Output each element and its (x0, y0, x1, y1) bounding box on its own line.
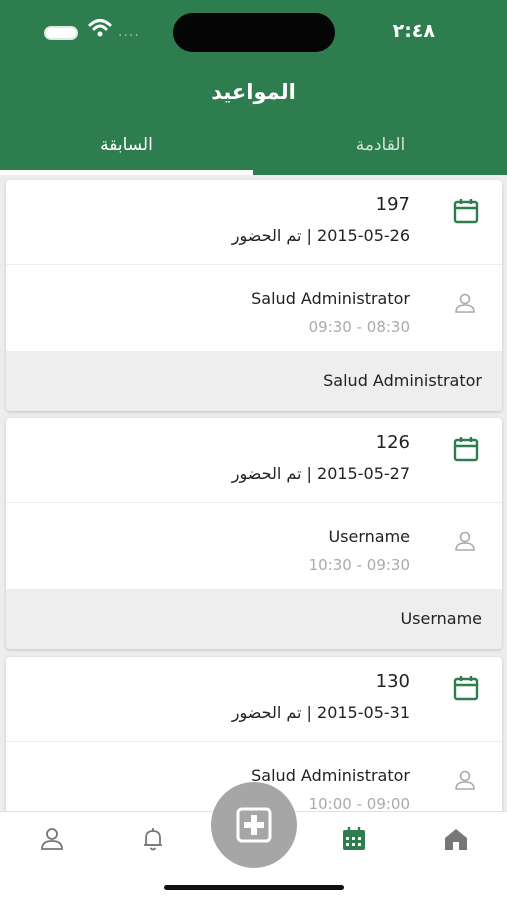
doctor-name: Salud Administrator (251, 289, 410, 308)
appointment-doctor-row: Username 10:30 - 09:30 (6, 503, 502, 589)
appointment-card[interactable]: 126 2015-05-27 | تم الحضور Username 10:3… (6, 418, 502, 649)
appointment-footer: Salud Administrator (6, 351, 502, 411)
appointment-time: 10:00 - 09:00 (308, 795, 410, 811)
appointment-doctor-row: Salud Administrator 09:30 - 08:30 (6, 265, 502, 351)
appointment-time: 10:30 - 09:30 (308, 556, 410, 574)
appointment-id: 197 (375, 194, 410, 215)
appointment-header: 126 2015-05-27 | تم الحضور (6, 418, 502, 503)
calendar-icon (453, 437, 479, 462)
add-appointment-button[interactable] (211, 782, 297, 868)
appointment-date-status: 2015-05-27 | تم الحضور (231, 464, 410, 483)
person-icon (455, 770, 475, 790)
home-icon[interactable] (443, 826, 469, 852)
footer-name: Username (400, 609, 482, 628)
appointment-header: 130 2015-05-31 | تم الحضور (6, 657, 502, 742)
doctor-name: Username (328, 527, 410, 546)
person-icon (455, 293, 475, 313)
dynamic-island (173, 13, 335, 52)
appointment-date-status: 2015-05-31 | تم الحضور (231, 703, 410, 722)
footer-name: Salud Administrator (323, 371, 482, 390)
appointment-footer: Username (6, 589, 502, 649)
bell-icon[interactable] (140, 826, 166, 852)
calendar-icon (453, 676, 479, 701)
signal-dots: .... (118, 24, 140, 40)
battery-icon (44, 26, 78, 40)
status-time: ٢:٤٨ (392, 20, 435, 42)
appointment-id: 126 (375, 432, 410, 453)
calendar-icon (453, 199, 479, 224)
profile-icon[interactable] (39, 826, 65, 852)
app-header: .... ٢:٤٨ المواعيد السابقة القادمة (0, 0, 507, 175)
tab-past[interactable]: السابقة (0, 135, 253, 155)
doctor-name: Salud Administrator (251, 766, 410, 785)
calendar-icon[interactable] (341, 826, 367, 852)
wifi-icon (88, 19, 112, 37)
appointment-header: 197 2015-05-26 | تم الحضور (6, 180, 502, 265)
appointment-id: 130 (375, 671, 410, 692)
page-title: المواعيد (211, 80, 296, 104)
appointment-card[interactable]: 197 2015-05-26 | تم الحضور Salud Adminis… (6, 180, 502, 411)
home-indicator (164, 885, 344, 890)
person-icon (455, 531, 475, 551)
appointment-time: 09:30 - 08:30 (308, 318, 410, 336)
add-appointment-icon (236, 807, 272, 843)
appointments-list[interactable]: 197 2015-05-26 | تم الحضور Salud Adminis… (0, 175, 507, 811)
tab-upcoming[interactable]: القادمة (254, 135, 507, 155)
appointment-date-status: 2015-05-26 | تم الحضور (231, 226, 410, 245)
